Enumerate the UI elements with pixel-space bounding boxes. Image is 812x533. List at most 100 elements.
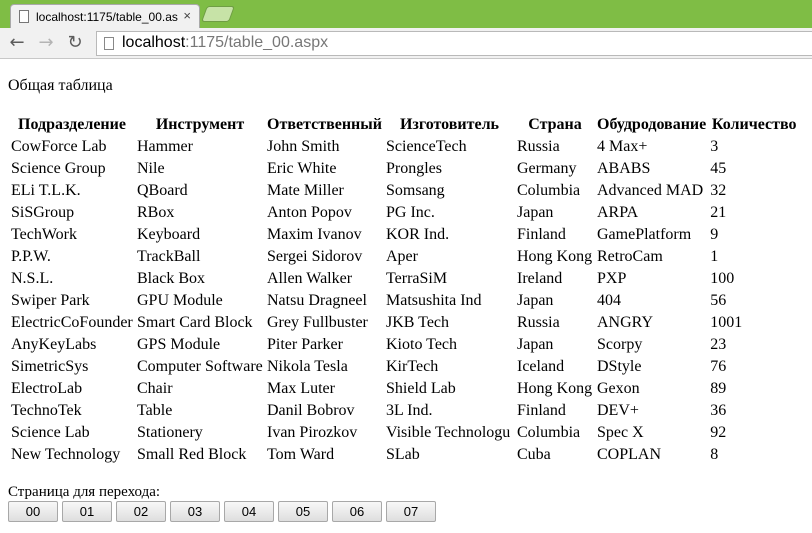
table-row: ElectroLab Chair Max Luter Shield Lab Hong K… bbox=[10, 379, 799, 399]
column-header: Обудродование bbox=[597, 116, 707, 133]
table-cell: TechWork bbox=[11, 226, 78, 243]
tab-strip: localhost:1175/table_00.as × bbox=[0, 0, 812, 28]
table-cell: RBox bbox=[137, 204, 175, 221]
table-cell: Hong Kong bbox=[517, 248, 593, 265]
table-row: Science Group Nile Eric White Prongles Germa… bbox=[10, 159, 799, 179]
page-icon bbox=[19, 10, 29, 23]
table-cell: Grey Fullbuster bbox=[267, 314, 368, 331]
page-icon bbox=[104, 37, 114, 50]
table-cell: Gexon bbox=[597, 380, 640, 397]
page-button-06[interactable]: 06 bbox=[332, 501, 382, 522]
url-host: localhost bbox=[122, 34, 186, 51]
table-cell: Science Group bbox=[11, 160, 106, 177]
table-cell: Germany bbox=[517, 160, 577, 177]
table-cell: 1001 bbox=[710, 314, 743, 331]
table-cell: TrackBall bbox=[137, 248, 201, 265]
table-cell: AnyKeyLabs bbox=[11, 336, 97, 353]
table-row: New Technology Small Red Block Tom Ward SLa… bbox=[10, 445, 799, 465]
table-cell: COPLAN bbox=[597, 446, 662, 463]
table-cell: Prongles bbox=[386, 160, 442, 177]
tab-title: localhost:1175/table_00.as bbox=[36, 10, 178, 24]
pager: 00 01 02 03 04 05 06 07 bbox=[8, 501, 440, 522]
page-content: Общая таблица Подразделение Инструмент О… bbox=[0, 59, 812, 533]
table-row: Science Lab Stationery Ivan Pirozkov Visibl… bbox=[10, 423, 799, 443]
table-row: TechnoTek Table Danil Bobrov 3L Ind. Finland… bbox=[10, 401, 799, 421]
table-cell: Matsushita Ind bbox=[386, 292, 482, 309]
table-cell: 89 bbox=[710, 380, 727, 397]
table-cell: 32 bbox=[710, 182, 727, 199]
table-cell: John Smith bbox=[267, 138, 340, 155]
table-cell: Columbia bbox=[517, 182, 581, 199]
table-cell: Stationery bbox=[137, 424, 203, 441]
table-row: CowForce Lab Hammer John Smith ScienceTech R… bbox=[10, 137, 799, 157]
new-tab-button[interactable] bbox=[201, 6, 235, 22]
table-cell: Hong Kong bbox=[517, 380, 593, 397]
table-cell: Allen Walker bbox=[267, 270, 353, 287]
table-cell: Computer Software bbox=[137, 358, 263, 375]
table-cell: Scorpy bbox=[597, 336, 643, 353]
table-cell: Maxim Ivanov bbox=[267, 226, 362, 243]
table-cell: Danil Bobrov bbox=[267, 402, 355, 419]
close-tab-icon[interactable]: × bbox=[183, 8, 191, 23]
table-cell: Columbia bbox=[517, 424, 581, 441]
url-text[interactable]: localhost:1175/table_00.aspx bbox=[122, 34, 328, 52]
table-cell: KirTech bbox=[386, 358, 439, 375]
page-button-04[interactable]: 04 bbox=[224, 501, 274, 522]
table-cell: New Technology bbox=[11, 446, 121, 463]
table-cell: Finland bbox=[517, 226, 566, 243]
table-header-row: Подразделение Инструмент Ответственный И… bbox=[10, 115, 799, 135]
table-cell: Shield Lab bbox=[386, 380, 456, 397]
forward-arrow-icon[interactable]: → bbox=[35, 32, 57, 54]
table-cell: Russia bbox=[517, 138, 560, 155]
reload-icon[interactable]: ↻ bbox=[64, 32, 86, 54]
table-cell: PG Inc. bbox=[386, 204, 435, 221]
table-cell: Nile bbox=[137, 160, 165, 177]
back-arrow-icon[interactable]: ← bbox=[6, 32, 28, 54]
table-cell: Japan bbox=[517, 336, 554, 353]
table-cell: Anton Popov bbox=[267, 204, 352, 221]
url-path: :1175/table_00.aspx bbox=[185, 34, 329, 51]
page-button-00[interactable]: 00 bbox=[8, 501, 58, 522]
table-cell: Nikola Tesla bbox=[267, 358, 348, 375]
table-cell: Keyboard bbox=[137, 226, 201, 243]
table-cell: PXP bbox=[597, 270, 627, 287]
table-cell: SimetricSys bbox=[11, 358, 89, 375]
table-cell: Japan bbox=[517, 204, 554, 221]
table-cell: N.S.L. bbox=[11, 270, 54, 287]
page-button-03[interactable]: 03 bbox=[170, 501, 220, 522]
table-cell: Cuba bbox=[517, 446, 551, 463]
table-row: TechWork Keyboard Maxim Ivanov KOR Ind. Finl… bbox=[10, 225, 799, 245]
table-cell: Advanced MAD bbox=[597, 182, 704, 199]
table-cell: 3L Ind. bbox=[386, 402, 433, 419]
table-cell: KOR Ind. bbox=[386, 226, 450, 243]
table-cell: Ireland bbox=[517, 270, 563, 287]
data-table: Подразделение Инструмент Ответственный И… bbox=[8, 113, 801, 467]
table-cell: TerraSiM bbox=[386, 270, 448, 287]
table-cell: Table bbox=[137, 402, 173, 419]
table-row: AnyKeyLabs GPS Module Piter Parker Kioto Te… bbox=[10, 335, 799, 355]
table-cell: Somsang bbox=[386, 182, 445, 199]
address-bar[interactable]: localhost:1175/table_00.aspx bbox=[96, 31, 812, 56]
page-button-01[interactable]: 01 bbox=[62, 501, 112, 522]
table-cell: 404 bbox=[597, 292, 621, 309]
table-cell: Piter Parker bbox=[267, 336, 343, 353]
table-cell: 3 bbox=[710, 138, 719, 155]
table-row: N.S.L. Black Box Allen Walker TerraSiM Irela… bbox=[10, 269, 799, 289]
browser-tab[interactable]: localhost:1175/table_00.as × bbox=[10, 4, 200, 28]
page-button-07[interactable]: 07 bbox=[386, 501, 436, 522]
table-cell: 23 bbox=[710, 336, 727, 353]
page-button-02[interactable]: 02 bbox=[116, 501, 166, 522]
table-cell: DEV+ bbox=[597, 402, 639, 419]
table-cell: ARPA bbox=[597, 204, 639, 221]
column-header: Страна bbox=[528, 116, 582, 133]
table-cell: Mate Miller bbox=[267, 182, 344, 199]
page-button-05[interactable]: 05 bbox=[278, 501, 328, 522]
table-cell: Small Red Block bbox=[137, 446, 247, 463]
table-cell: Chair bbox=[137, 380, 173, 397]
table-cell: Ivan Pirozkov bbox=[267, 424, 358, 441]
table-cell: ANGRY bbox=[597, 314, 654, 331]
table-cell: Japan bbox=[517, 292, 554, 309]
table-cell: Kioto Tech bbox=[386, 336, 458, 353]
browser-toolbar: ← → ↻ localhost:1175/table_00.aspx bbox=[0, 28, 812, 59]
table-cell: 1 bbox=[710, 248, 719, 265]
